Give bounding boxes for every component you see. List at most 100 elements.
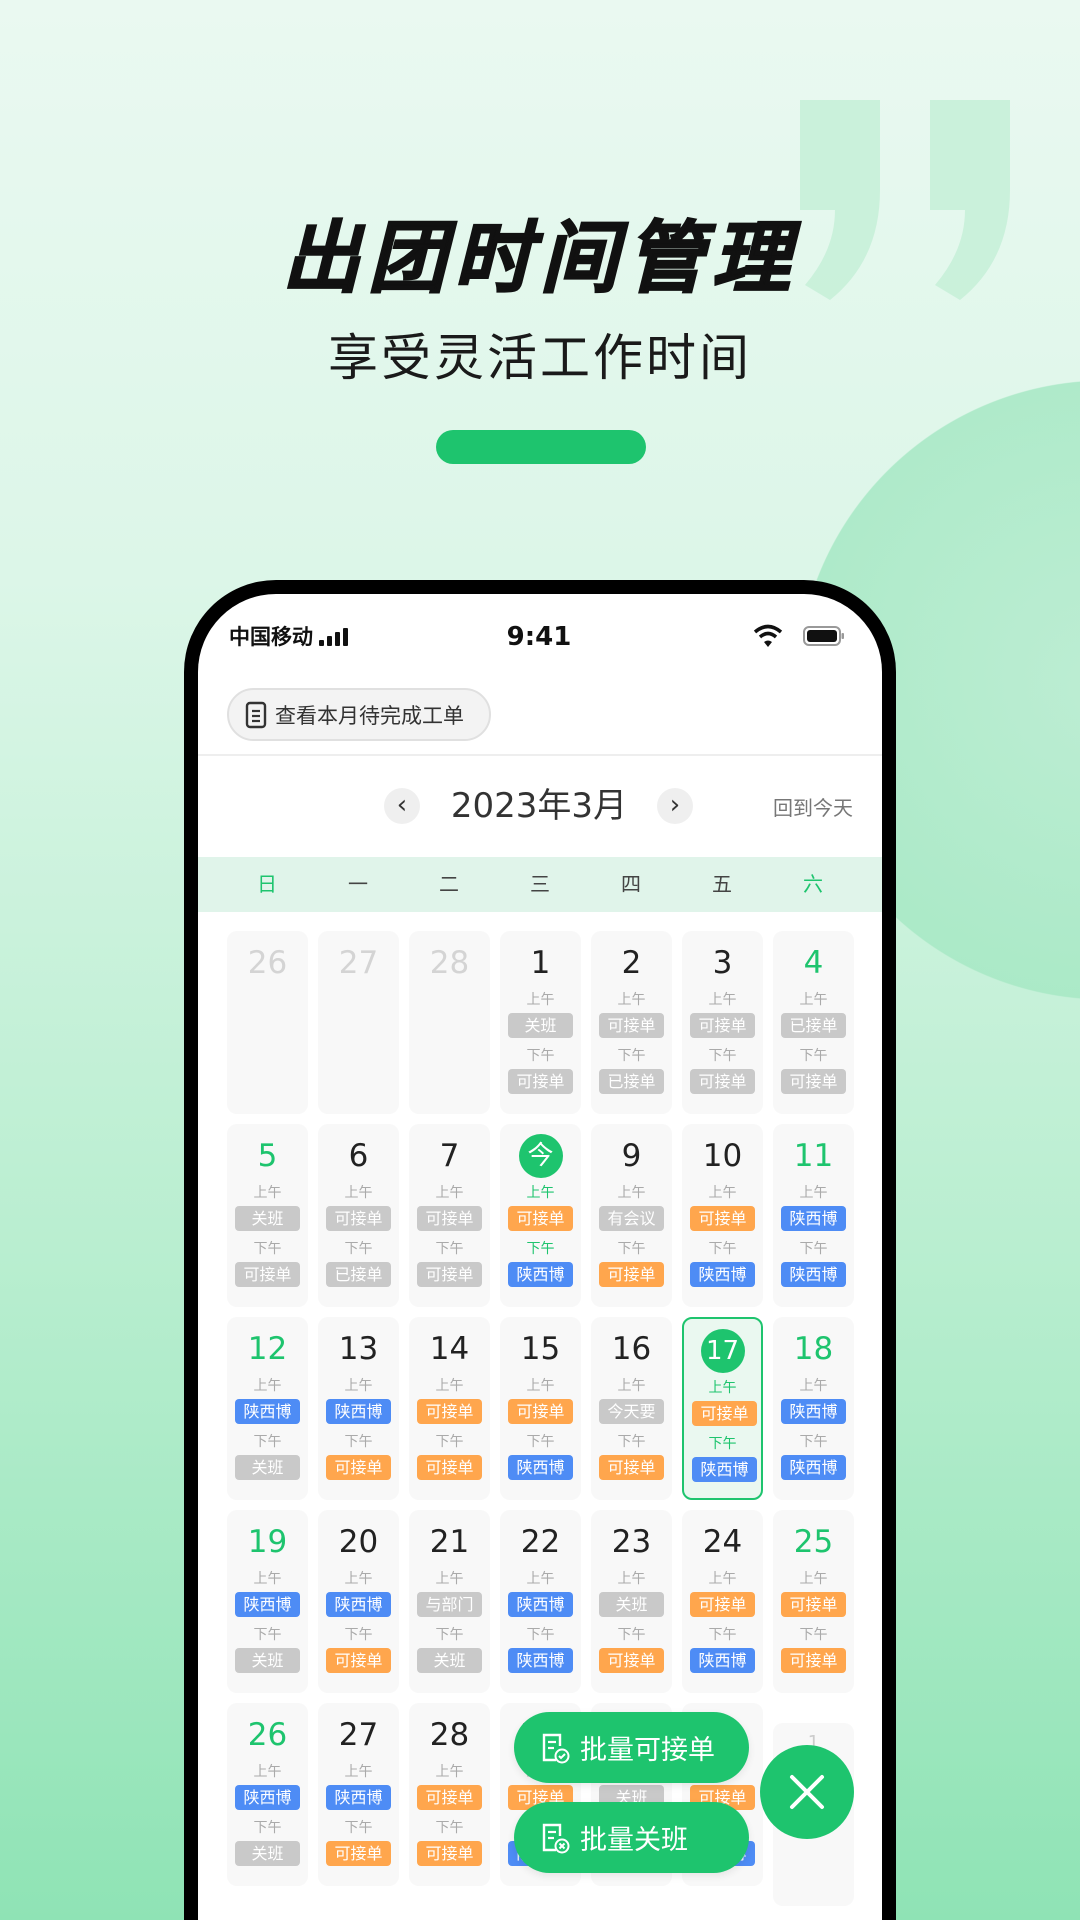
pm-status-tag: 可接单 — [235, 1262, 300, 1287]
am-status-tag: 可接单 — [508, 1399, 573, 1424]
am-label: 上午 — [617, 1378, 646, 1394]
batch-available-button[interactable]: 批量可接单 — [514, 1712, 749, 1783]
calendar-day-cell[interactable]: 17 上午 可接单 下午 陕西博 — [682, 1317, 763, 1500]
calendar-day-cell[interactable]: 今上午 可接单 下午 陕西博 — [500, 1124, 581, 1307]
pm-status-tag: 可接单 — [417, 1455, 482, 1480]
calendar-day-cell[interactable]: 24 上午 可接单 下午 陕西博 — [682, 1510, 763, 1693]
calendar-day-cell[interactable]: 2 上午 可接单 下午 已接单 — [591, 931, 672, 1114]
day-number: 5 — [257, 1138, 278, 1174]
calendar-day-cell[interactable]: 14 上午 可接单 下午 可接单 — [409, 1317, 490, 1500]
calendar-day-cell[interactable]: 28 — [409, 931, 490, 1114]
calendar-day-cell[interactable]: 6 上午 可接单 下午 已接单 — [318, 1124, 399, 1307]
day-number: 10 — [702, 1138, 743, 1174]
calendar-day-cell[interactable]: 13 上午 陕西博 下午 可接单 — [318, 1317, 399, 1500]
am-label: 上午 — [799, 1571, 828, 1587]
am-status-tag: 陕西博 — [235, 1399, 300, 1424]
pm-label: 下午 — [435, 1820, 464, 1836]
calendar-day-cell[interactable]: 28 上午 可接单 下午 可接单 — [409, 1703, 490, 1886]
pm-label: 下午 — [344, 1627, 373, 1643]
day-number: 9 — [621, 1138, 642, 1174]
phone-screen: 中国移动 9:41 查看本月待完成工单 ‹ 2023年3月 › 回到今天 日一二… — [198, 594, 882, 1920]
calendar-day-cell[interactable]: 26 上午 陕西博 下午 关班 — [227, 1703, 308, 1886]
pm-label: 下午 — [708, 1048, 737, 1064]
am-label: 上午 — [344, 1571, 373, 1587]
calendar-day-cell[interactable]: 27 上午 陕西博 下午 可接单 — [318, 1703, 399, 1886]
carrier-name: 中国移动 — [229, 625, 313, 649]
pm-label: 下午 — [526, 1048, 555, 1064]
am-status-tag: 关班 — [508, 1013, 573, 1038]
pm-label: 下午 — [344, 1820, 373, 1836]
status-time: 9:41 — [506, 622, 572, 652]
calendar-day-cell[interactable]: 22 上午 陕西博 下午 陕西博 — [500, 1510, 581, 1693]
am-label: 上午 — [617, 992, 646, 1008]
am-status-tag: 陕西博 — [235, 1592, 300, 1617]
calendar-day-cell[interactable]: 1 上午 关班 下午 可接单 — [500, 931, 581, 1114]
pm-label: 下午 — [708, 1436, 737, 1452]
calendar-day-cell[interactable]: 10 上午 可接单 下午 陕西博 — [682, 1124, 763, 1307]
am-status-tag: 已接单 — [781, 1013, 846, 1038]
day-number: 15 — [520, 1331, 561, 1367]
calendar-day-cell[interactable]: 9 上午 有会议 下午 可接单 — [591, 1124, 672, 1307]
calendar-day-cell[interactable]: 4 上午 已接单 下午 可接单 — [773, 931, 854, 1114]
weekday-label: 一 — [348, 872, 368, 896]
view-pending-orders-button[interactable]: 查看本月待完成工单 — [227, 688, 491, 741]
calendar-day-cell[interactable]: 11 上午 陕西博 下午 陕西博 — [773, 1124, 854, 1307]
calendar-day-cell[interactable]: 5 上午 关班 下午 可接单 — [227, 1124, 308, 1307]
calendar-day-cell[interactable]: 21 上午 与部门 下午 关班 — [409, 1510, 490, 1693]
calendar-day-cell[interactable]: 15 上午 可接单 下午 陕西博 — [500, 1317, 581, 1500]
weekday-label: 日 — [257, 872, 277, 896]
am-label: 上午 — [435, 1378, 464, 1394]
am-status-tag: 可接单 — [781, 1592, 846, 1617]
next-month-button[interactable]: › — [657, 788, 693, 824]
am-label: 上午 — [253, 1764, 282, 1780]
day-number: 14 — [429, 1331, 470, 1367]
calendar-day-cell[interactable]: 26 — [227, 931, 308, 1114]
weekday-label: 三 — [530, 872, 550, 896]
chevron-right-icon: › — [669, 790, 681, 820]
day-number: 21 — [429, 1524, 470, 1560]
pm-label: 下午 — [253, 1627, 282, 1643]
batch-close-button[interactable]: 批量关班 — [514, 1802, 749, 1873]
pm-status-tag: 陕西博 — [690, 1648, 755, 1673]
day-number: 27 — [338, 945, 379, 981]
pm-status-tag: 可接单 — [417, 1841, 482, 1866]
pm-label: 下午 — [799, 1627, 828, 1643]
pm-label: 下午 — [799, 1048, 828, 1064]
am-label: 上午 — [799, 1185, 828, 1201]
am-label: 上午 — [253, 1378, 282, 1394]
weekday-label: 四 — [621, 872, 641, 896]
pm-label: 下午 — [344, 1241, 373, 1257]
accent-bar — [436, 430, 646, 464]
calendar-day-cell[interactable]: 7 上午 可接单 下午 可接单 — [409, 1124, 490, 1307]
back-to-today-button[interactable]: 回到今天 — [773, 792, 853, 821]
pm-label: 下午 — [708, 1627, 737, 1643]
day-number: 1 — [530, 945, 551, 981]
pm-label: 下午 — [799, 1434, 828, 1450]
day-number: 28 — [429, 945, 470, 981]
am-status-tag: 可接单 — [508, 1206, 573, 1231]
am-status-tag: 可接单 — [690, 1206, 755, 1231]
calendar-day-cell[interactable]: 12 上午 陕西博 下午 关班 — [227, 1317, 308, 1500]
am-status-tag: 陕西博 — [235, 1785, 300, 1810]
calendar-day-cell[interactable]: 20 上午 陕西博 下午 可接单 — [318, 1510, 399, 1693]
pm-status-tag: 陕西博 — [508, 1262, 573, 1287]
pm-label: 下午 — [344, 1434, 373, 1450]
calendar-day-cell[interactable]: 19 上午 陕西博 下午 关班 — [227, 1510, 308, 1693]
pm-label: 下午 — [526, 1434, 555, 1450]
calendar-day-cell[interactable]: 16 上午 今天要 下午 可接单 — [591, 1317, 672, 1500]
am-label: 上午 — [526, 1571, 555, 1587]
calendar-day-cell[interactable]: 23 上午 关班 下午 可接单 — [591, 1510, 672, 1693]
am-label: 上午 — [617, 1571, 646, 1587]
calendar-day-cell[interactable]: 3 上午 可接单 下午 可接单 — [682, 931, 763, 1114]
calendar-day-cell[interactable]: 27 — [318, 931, 399, 1114]
pm-status-tag: 可接单 — [781, 1648, 846, 1673]
am-label: 上午 — [435, 1185, 464, 1201]
batch-available-label: 批量可接单 — [580, 1735, 715, 1766]
pm-status-tag: 可接单 — [599, 1455, 664, 1480]
pm-status-tag: 陕西博 — [508, 1648, 573, 1673]
calendar-day-cell[interactable]: 18 上午 陕西博 下午 陕西博 — [773, 1317, 854, 1500]
day-number: 28 — [429, 1717, 470, 1753]
calendar-day-cell[interactable]: 25 上午 可接单 下午 可接单 — [773, 1510, 854, 1693]
pm-status-tag: 可接单 — [326, 1648, 391, 1673]
close-menu-button[interactable] — [760, 1745, 854, 1839]
